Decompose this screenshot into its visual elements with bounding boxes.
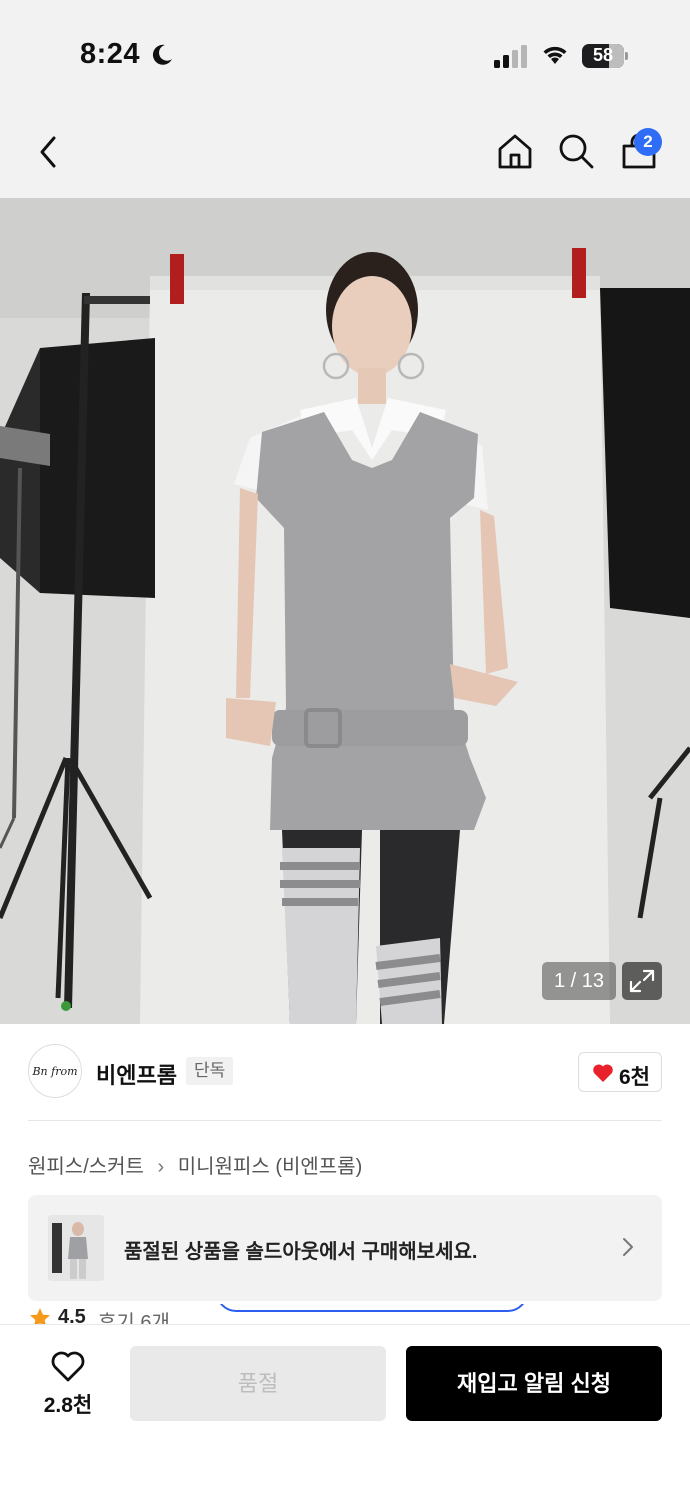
wifi-icon — [543, 46, 567, 64]
exclusive-badge: 단독 — [186, 1057, 234, 1085]
review-count: 후기 6개 — [98, 1312, 170, 1326]
cart-badge: 2 — [634, 128, 662, 156]
brand-like-count: 6천 — [619, 1066, 650, 1089]
brand-logo[interactable]: Bn from — [28, 1044, 82, 1098]
home-icon[interactable] — [496, 132, 534, 170]
star-icon — [30, 1308, 50, 1326]
heart-filled-icon — [593, 1064, 613, 1082]
soldout-promo-banner[interactable]: 품절된 상품을 솔드아웃에서 구매해보세요. — [28, 1195, 662, 1301]
divider — [28, 1120, 662, 1121]
chevron-right-icon — [623, 1238, 633, 1256]
rating-score: 4.5 — [58, 1306, 86, 1326]
battery-level: 58 — [592, 45, 614, 65]
expand-icon[interactable] — [622, 962, 662, 1000]
rating-row[interactable]: 4.5 후기 6개 — [28, 1304, 668, 1326]
brand-name[interactable]: 비엔프롬 — [96, 1058, 177, 1090]
signal-icon — [494, 45, 527, 68]
breadcrumb: 원피스/스커트 › 미니원피스 (비엔프롬) — [28, 1150, 362, 1179]
battery-icon: 58 — [582, 44, 628, 68]
top-nav — [0, 100, 690, 198]
floating-pill-outline — [216, 1304, 528, 1312]
breadcrumb-category[interactable]: 원피스/스커트 — [28, 1156, 144, 1178]
product-image-gallery[interactable] — [0, 198, 690, 1024]
promo-thumbnail — [48, 1215, 104, 1281]
status-bar: 8:24 58 — [0, 0, 690, 100]
status-time: 8:24 — [80, 38, 141, 70]
product-photo — [0, 198, 690, 1024]
moon-icon — [152, 44, 172, 65]
back-icon[interactable] — [34, 134, 62, 170]
promo-text: 품절된 상품을 솔드아웃에서 구매해보세요. — [124, 1241, 478, 1263]
bottom-action-bar: 2.8천 품절 재입고 알림 신청 — [0, 1324, 690, 1500]
brand-row: Bn from 비엔프롬 단독 6천 — [0, 1024, 690, 1120]
chevron-right-icon: › — [157, 1156, 165, 1178]
wishlist-count: 2.8천 — [43, 1394, 93, 1417]
search-icon[interactable] — [557, 132, 595, 170]
breadcrumb-subcategory[interactable]: 미니원피스 (비엔프롬) — [178, 1156, 362, 1178]
restock-alert-button[interactable]: 재입고 알림 신청 — [406, 1346, 662, 1421]
heart-outline-icon[interactable] — [50, 1349, 86, 1383]
soldout-button: 품절 — [130, 1346, 386, 1421]
image-counter: 1 / 13 — [542, 962, 616, 1000]
brand-like-button[interactable]: 6천 — [578, 1052, 662, 1092]
